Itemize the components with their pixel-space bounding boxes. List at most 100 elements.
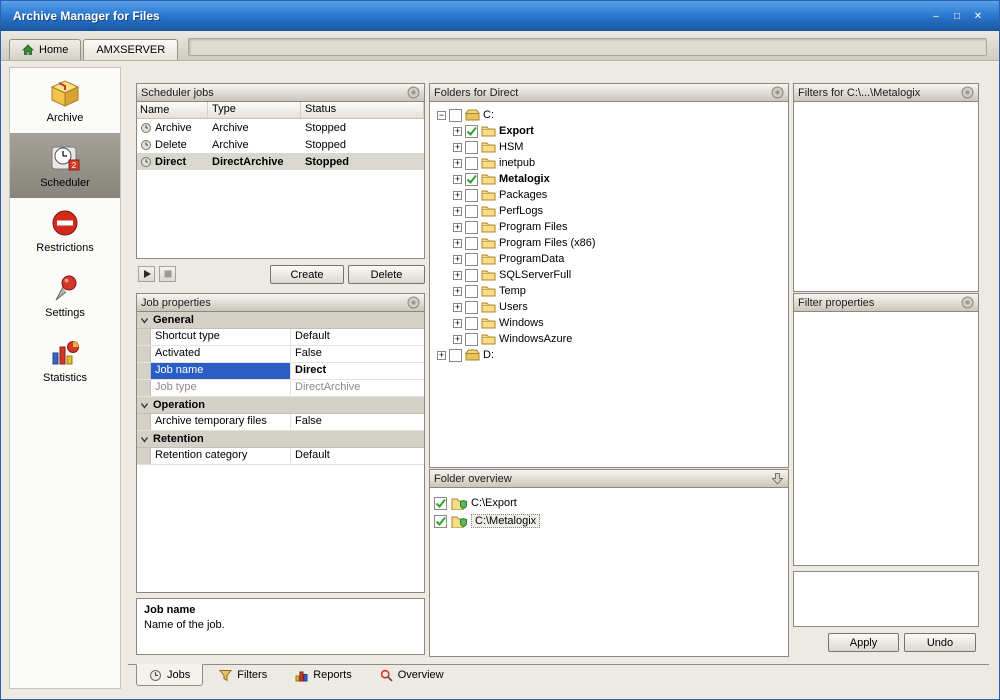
folder-item-packages[interactable]: +Packages [433,187,785,203]
folder-item-users[interactable]: + Users [433,299,785,315]
folder-item-c[interactable]: −C: [433,107,785,123]
job-status: Stopped [301,156,424,168]
folder-checkbox[interactable] [465,285,478,298]
folder-checkbox[interactable] [465,253,478,266]
expand-icon[interactable]: + [453,287,462,296]
expand-icon[interactable]: + [453,143,462,152]
sidebar-item-settings[interactable]: Settings [10,263,120,328]
expand-icon[interactable]: + [453,159,462,168]
expand-icon[interactable]: + [453,175,462,184]
folder-item-temp[interactable]: +Temp [433,283,785,299]
panel-pin-icon [961,296,974,309]
stop-job-button[interactable] [159,266,176,282]
bottom-tab-reports[interactable]: Reports [283,664,364,686]
folder-checkbox[interactable] [465,301,478,314]
expand-icon[interactable]: + [453,239,462,248]
folder-item-windowsazure[interactable]: +WindowsAzure [433,331,785,347]
folder-item-d[interactable]: +D: [433,347,785,363]
folder-item-perflogs[interactable]: +PerfLogs [433,203,785,219]
property-value[interactable]: DirectArchive [291,380,424,396]
folder-checkbox[interactable] [465,125,478,138]
expand-icon[interactable]: + [453,335,462,344]
pushpin-icon [50,273,80,303]
folder-checkbox[interactable] [465,205,478,218]
sidebar-item-restrictions[interactable]: Restrictions [10,198,120,263]
property-row-retention-category[interactable]: Retention categoryDefault [137,448,424,465]
folder-checkbox[interactable] [465,269,478,282]
property-row-job-name[interactable]: Job nameDirect [137,363,424,380]
bottom-tab-overview[interactable]: Overview [368,664,456,686]
folder-item-program-files[interactable]: +Program Files [433,219,785,235]
expand-icon[interactable]: + [437,351,446,360]
sidebar-item-statistics[interactable]: Statistics [10,328,120,393]
folder-checkbox[interactable] [465,157,478,170]
expand-icon[interactable]: + [453,303,462,312]
bottom-tab-filters[interactable]: Filters [207,664,279,686]
expand-icon[interactable]: + [453,191,462,200]
folder-checkbox[interactable] [465,333,478,346]
column-header-type[interactable]: Type [208,102,301,118]
job-row-direct[interactable]: DirectDirectArchiveStopped [137,153,424,170]
folder-checkbox[interactable] [465,141,478,154]
tab-amxserver[interactable]: AMXSERVER [83,39,178,60]
expand-icon[interactable]: + [453,223,462,232]
folder-item-hsm[interactable]: +HSM [433,139,785,155]
property-value[interactable]: Direct [291,363,424,379]
property-row-shortcut-type[interactable]: Shortcut typeDefault [137,329,424,346]
archive-box-icon [49,78,81,108]
expand-icon[interactable]: + [453,319,462,328]
folder-checkbox[interactable] [449,109,462,122]
delete-button[interactable]: Delete [348,265,425,284]
overview-item-c-export[interactable]: C:\Export [434,494,784,512]
folder-checkbox[interactable] [465,237,478,250]
job-row-archive[interactable]: ArchiveArchiveStopped [137,119,424,136]
bottom-tab-jobs[interactable]: Jobs [136,664,203,686]
property-row-archive-temporary-files[interactable]: Archive temporary filesFalse [137,414,424,431]
expand-icon[interactable]: + [453,255,462,264]
expand-icon[interactable]: + [453,207,462,216]
folder-item-programdata[interactable]: +ProgramData [433,251,785,267]
expand-icon[interactable]: + [453,127,462,136]
property-group-general[interactable]: General [137,312,424,329]
property-value[interactable]: False [291,414,424,430]
filters-header: Filters for C:\...\Metalogix [794,84,978,102]
property-row-activated[interactable]: ActivatedFalse [137,346,424,363]
create-button[interactable]: Create [270,265,344,284]
sidebar-item-scheduler[interactable]: 2Scheduler [10,133,120,198]
job-gear-icon [140,156,152,168]
folder-checkbox[interactable] [465,189,478,202]
column-header-name[interactable]: Name [137,102,208,118]
collapse-icon[interactable]: − [437,111,446,120]
folder-item-windows[interactable]: +Windows [433,315,785,331]
folder-item-program-files-x86[interactable]: +Program Files (x86) [433,235,785,251]
minimize-button[interactable]: – [927,9,945,24]
tab-home[interactable]: Home [9,39,81,60]
job-row-delete[interactable]: DeleteArchiveStopped [137,136,424,153]
folder-item-sqlserverfull[interactable]: +SQLServerFull [433,267,785,283]
folder-item-metalogix[interactable]: +Metalogix [433,171,785,187]
folder-checkbox[interactable] [465,221,478,234]
undo-button[interactable]: Undo [904,633,976,652]
sidebar-item-archive[interactable]: Archive [10,68,120,133]
property-value[interactable]: Default [291,329,424,345]
property-row-job-type[interactable]: Job typeDirectArchive [137,380,424,397]
overview-checkbox[interactable] [434,497,447,510]
property-group-retention[interactable]: Retention [137,431,424,448]
column-header-status[interactable]: Status [301,102,424,118]
property-value[interactable]: False [291,346,424,362]
maximize-button[interactable]: □ [948,9,966,24]
folder-checkbox[interactable] [465,173,478,186]
start-job-button[interactable] [138,266,155,282]
property-group-operation[interactable]: Operation [137,397,424,414]
overview-checkbox[interactable] [434,515,447,528]
apply-button[interactable]: Apply [828,633,899,652]
property-value[interactable]: Default [291,448,424,464]
folder-item-inetpub[interactable]: +inetpub [433,155,785,171]
close-button[interactable]: ✕ [969,9,987,24]
folder-label: Users [499,301,528,313]
folder-item-export[interactable]: +Export [433,123,785,139]
folder-checkbox[interactable] [465,317,478,330]
folder-checkbox[interactable] [449,349,462,362]
overview-item-c-metalogix[interactable]: C:\Metalogix [434,512,784,530]
expand-icon[interactable]: + [453,271,462,280]
